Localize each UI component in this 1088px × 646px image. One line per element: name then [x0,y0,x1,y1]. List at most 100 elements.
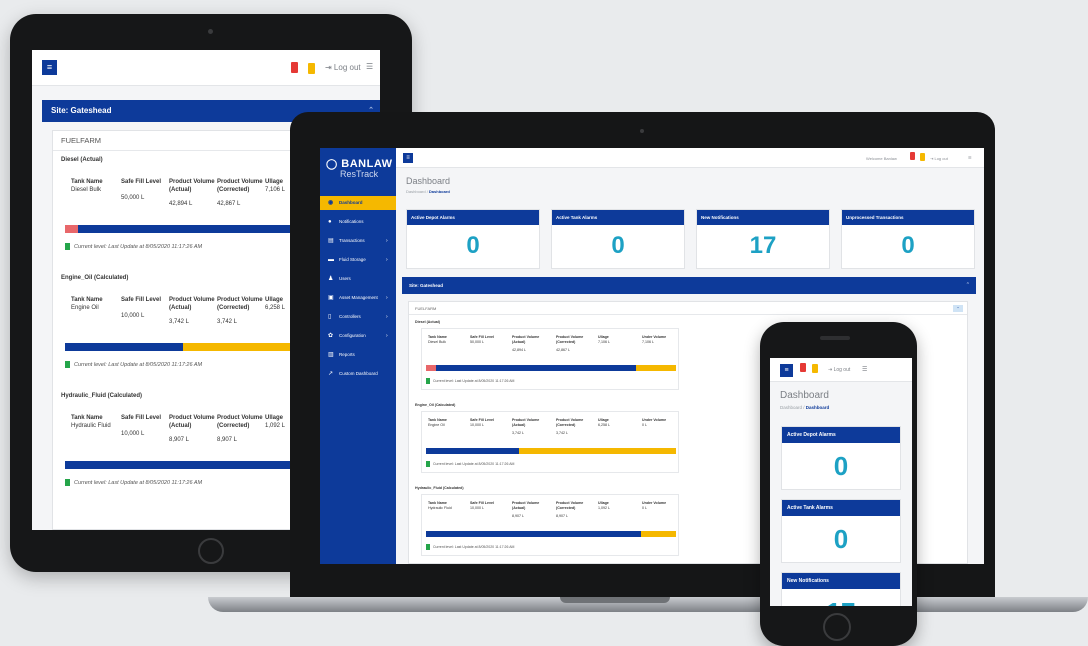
cell-value: 10,000 L [121,431,145,437]
cell-value: 7,106 L [642,340,654,344]
sidebar-item-asset-management[interactable]: ▣ Asset Management › [320,291,396,305]
breadcrumb-current: Dashboard [805,405,830,410]
phone-speaker [820,336,850,340]
sidebar-item-notifications[interactable]: ● Notifications [320,215,396,229]
tank-level-fill [65,343,183,351]
menu-icon[interactable]: ≡ [780,364,793,377]
stat-card[interactable]: New Notifications17 [781,572,901,606]
tank-title: Diesel (Actual) [415,320,440,324]
breadcrumb-current: Dashboard [428,189,450,194]
alarm-flag-icon[interactable] [800,363,806,372]
cell-value: 6,258 L [598,423,610,427]
sidebar-item-custom-dashboard[interactable]: ↗ Custom Dashboard [320,367,396,381]
sidebar-item-icon: ✿ [328,333,334,339]
stat-card[interactable]: Active Tank Alarms 0 [781,499,901,563]
tank-status-icon [65,479,70,486]
notification-flag-icon[interactable] [308,63,315,74]
tank-level-fill [426,531,641,537]
stat-card[interactable]: New Notifications 17 [696,209,830,269]
last-update-text: Current level: Last Update at 8/05/2020 … [74,479,203,486]
menu-icon[interactable]: ≡ [42,60,57,75]
menu-icon[interactable]: ≡ [403,153,413,163]
sidebar-item-label: Dashboard [339,200,363,205]
phone-screen: ≡ ⇥ Log out ☰ Dashboard Dashboard / Dash… [770,358,912,606]
column-header: Tank Name [428,335,447,339]
sidebar-item-reports[interactable]: ▥ Reports [320,348,396,362]
logout-link[interactable]: ⇥ Log out [325,63,361,72]
logout-link[interactable]: ⇥ Log out [828,367,850,373]
panel-collapse-button[interactable]: ⌃ [953,305,963,312]
settings-icon[interactable]: ☰ [862,366,867,373]
column-header: Product Volume (Corrected) [217,415,263,429]
phone-topbar: ≡ ⇥ Log out ☰ [770,358,912,382]
sidebar-item-label: Controllers [339,314,361,319]
sidebar-item-label: Custom Dashboard [339,371,378,376]
stat-card[interactable]: Active Depot Alarms 0 [781,426,901,490]
cell-value: Diesel Bulk [71,187,102,193]
collapse-icon[interactable]: ⌃ [966,277,970,294]
brand-product: ResTrack [340,169,379,179]
tablet-camera [208,29,213,34]
column-header: Safe Fill Level [121,179,162,185]
tank-status-icon [426,461,430,467]
page-title: Dashboard [406,176,451,186]
column-header: Product Volume (Corrected) [217,297,263,311]
tank-alarm-segment [65,225,78,233]
laptop-topbar: ≡ Welcome Banlaw ⇥ Log out ☰ [396,148,984,168]
column-header: Safe Fill Level [121,297,162,303]
stat-card[interactable]: Unprocessed Transactions 0 [841,209,975,269]
column-header: Product Volume (Actual) [169,415,215,429]
cell-value: Engine Oil [71,305,99,311]
site-title: Site: Gateshead [51,106,112,115]
breadcrumb-home[interactable]: Dashboard [406,189,426,194]
sidebar-item-controllers[interactable]: ▯ Controllers › [320,310,396,324]
sidebar-item-configuration[interactable]: ✿ Configuration › [320,329,396,343]
stat-value: 0 [833,524,849,554]
tank-title: Diesel (Actual) [61,157,103,163]
cell-value: 10,000 L [470,423,484,427]
sidebar-item-label: Reports [339,352,355,357]
tank-level-bar [426,531,676,537]
sidebar-item-icon: ▤ [328,238,334,244]
stat-value: 0 [901,232,915,259]
column-header: Under Volume [642,501,667,505]
last-update: Current level: Last Update at 8/05/2020 … [65,243,202,250]
notification-flag-icon[interactable] [812,364,818,373]
stat-label: Unprocessed Transactions [842,210,974,225]
sidebar-item-label: Fluid Storage [339,257,366,262]
cell-value: 50,000 L [121,195,145,201]
sidebar-item-users[interactable]: ♟ Users [320,272,396,286]
alarm-flag-icon[interactable] [910,152,915,160]
stat-label: New Notifications [697,210,829,225]
column-header: Ullage [598,335,609,339]
column-header: Safe Fill Level [470,418,494,422]
cell-value: 50,000 L [470,340,484,344]
site-title: Site: Gateshead [409,283,444,288]
stat-card[interactable]: Active Tank Alarms 0 [551,209,685,269]
notification-flag-icon[interactable] [920,153,925,161]
column-header: Ullage [598,501,609,505]
stat-value: 17 [749,232,777,259]
cell-value: 42,894 L [512,348,526,352]
column-header: Product Volume (Corrected) [217,179,263,193]
last-update: Current level: Last Update at 8/05/2020 … [426,544,514,550]
sidebar-item-fluid-storage[interactable]: ▬ Fluid Storage › [320,253,396,267]
tank-card: Tank Name Hydraulic Fluid Safe Fill Level 1… [421,494,679,556]
cell-value: 8,907 L [217,437,238,443]
stat-card[interactable]: Active Depot Alarms 0 [406,209,540,269]
breadcrumb: Dashboard / Dashboard [406,189,450,194]
tank-status-icon [65,243,70,250]
alarm-flag-icon[interactable] [291,62,298,73]
sidebar-item-transactions[interactable]: ▤ Transactions › [320,234,396,248]
last-update-text: Current level: Last Update at 8/05/2020 … [433,544,515,549]
settings-icon[interactable]: ☰ [366,62,373,71]
site-header[interactable]: Site: Gateshead ⌃ [402,277,976,294]
breadcrumb-home[interactable]: Dashboard [780,405,802,410]
logout-link[interactable]: ⇥ Log out [930,156,948,161]
tank-status-icon [426,378,430,384]
settings-icon[interactable]: ☰ [968,155,972,160]
last-update-text: Current level: Last Update at 8/05/2020 … [74,361,203,368]
column-header: Product Volume (Actual) [512,501,540,510]
sidebar-item-dashboard[interactable]: ◉ Dashboard [320,196,396,210]
sidebar-item-icon: ♟ [328,276,334,282]
